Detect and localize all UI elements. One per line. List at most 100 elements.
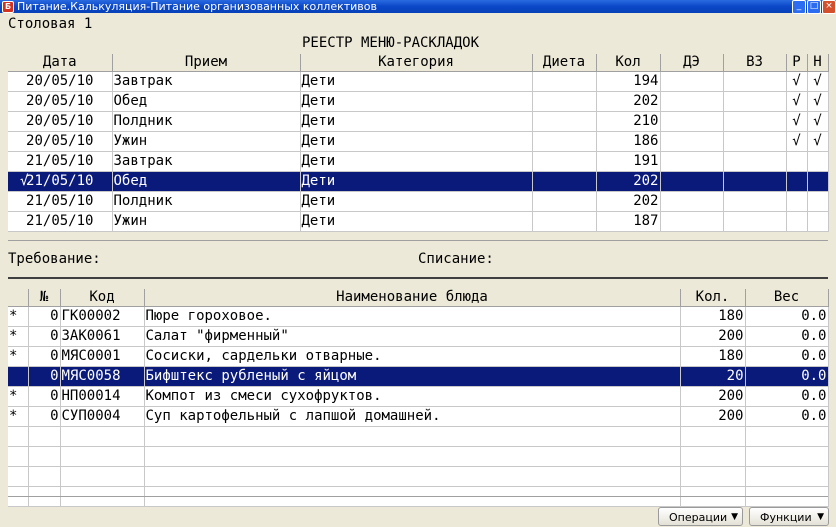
num-cell[interactable]: 0: [28, 346, 61, 367]
col-star-header[interactable]: [8, 289, 29, 307]
r-check-cell[interactable]: [786, 211, 808, 232]
menu-row[interactable]: 21/05/10 Полдник Дети 202: [8, 191, 829, 212]
de-cell[interactable]: [660, 71, 724, 92]
code-cell[interactable]: НП00014: [60, 386, 145, 407]
col-dish-qty-header[interactable]: Кол.: [680, 289, 746, 307]
dish-row[interactable]: * 0 СУП0004 Суп картофельный с лапшой домаш…: [8, 406, 829, 427]
date-cell[interactable]: 21/05/10: [8, 191, 113, 212]
menu-row[interactable]: 20/05/10 Ужин Дети 186 √ √: [8, 131, 829, 152]
date-cell[interactable]: 20/05/10: [8, 111, 113, 132]
meal-cell[interactable]: Ужин: [112, 131, 301, 152]
dish-qty-cell[interactable]: 200: [680, 326, 746, 347]
weight-cell[interactable]: 0.0: [745, 306, 829, 327]
num-cell[interactable]: [28, 466, 61, 487]
num-cell[interactable]: 0: [28, 366, 61, 387]
qty-cell[interactable]: 202: [596, 171, 661, 192]
col-category-header[interactable]: Категория: [300, 54, 533, 72]
r-check-cell[interactable]: √: [786, 131, 808, 152]
col-vz-header[interactable]: ВЗ: [723, 54, 787, 72]
dish-name-cell[interactable]: Пюре гороховое.: [144, 306, 681, 327]
diet-cell[interactable]: [532, 211, 597, 232]
meal-cell[interactable]: Полдник: [112, 111, 301, 132]
n-check-cell[interactable]: [807, 171, 829, 192]
n-check-cell[interactable]: [807, 211, 829, 232]
num-cell[interactable]: 0: [28, 386, 61, 407]
num-cell[interactable]: 0: [28, 326, 61, 347]
dish-qty-cell[interactable]: 200: [680, 406, 746, 427]
col-dish-name-header[interactable]: Наименование блюда: [144, 289, 681, 307]
meal-cell[interactable]: Полдник: [112, 191, 301, 212]
date-cell[interactable]: 21/05/10: [8, 211, 113, 232]
category-cell[interactable]: Дети: [300, 91, 533, 112]
diet-cell[interactable]: [532, 91, 597, 112]
vz-cell[interactable]: [723, 91, 787, 112]
minimize-button[interactable]: _: [792, 0, 806, 14]
weight-cell[interactable]: [745, 446, 829, 467]
weight-cell[interactable]: [745, 426, 829, 447]
code-cell[interactable]: СУП0004: [60, 406, 145, 427]
code-cell[interactable]: ЗАК0061: [60, 326, 145, 347]
qty-cell[interactable]: 191: [596, 151, 661, 172]
dish-row[interactable]: [8, 466, 829, 487]
menu-row[interactable]: √ 21/05/10 Обед Дети 202: [8, 171, 829, 192]
vz-cell[interactable]: [723, 131, 787, 152]
category-cell[interactable]: Дети: [300, 111, 533, 132]
close-button[interactable]: ×: [822, 0, 836, 14]
functions-button[interactable]: Функции ▼: [749, 507, 829, 526]
vz-cell[interactable]: [723, 211, 787, 232]
vz-cell[interactable]: [723, 71, 787, 92]
dish-row[interactable]: * 0 НП00014 Компот из смеси сухофруктов. 200…: [8, 386, 829, 407]
de-cell[interactable]: [660, 111, 724, 132]
code-cell[interactable]: МЯС0001: [60, 346, 145, 367]
dish-row[interactable]: * 0 ГК00002 Пюре гороховое. 180 0.0: [8, 306, 829, 327]
num-cell[interactable]: [28, 446, 61, 467]
n-check-cell[interactable]: [807, 191, 829, 212]
menu-row[interactable]: 21/05/10 Завтрак Дети 191: [8, 151, 829, 172]
n-check-cell[interactable]: [807, 151, 829, 172]
de-cell[interactable]: [660, 91, 724, 112]
qty-cell[interactable]: 186: [596, 131, 661, 152]
dish-row[interactable]: 0 МЯС0058 Бифштекс рубленый с яйцом 20 0.0: [8, 366, 829, 387]
r-check-cell[interactable]: [786, 171, 808, 192]
col-qty-header[interactable]: Кол: [596, 54, 661, 72]
dish-name-cell[interactable]: [144, 446, 681, 467]
meal-cell[interactable]: Обед: [112, 171, 301, 192]
diet-cell[interactable]: [532, 71, 597, 92]
n-check-cell[interactable]: √: [807, 131, 829, 152]
col-n-header[interactable]: Н: [807, 54, 829, 72]
qty-cell[interactable]: 210: [596, 111, 661, 132]
dish-name-cell[interactable]: Сосиски, сардельки отварные.: [144, 346, 681, 367]
dish-name-cell[interactable]: Бифштекс рубленый с яйцом: [144, 366, 681, 387]
category-cell[interactable]: Дети: [300, 191, 533, 212]
dish-name-cell[interactable]: Суп картофельный с лапшой домашней.: [144, 406, 681, 427]
col-diet-header[interactable]: Диета: [532, 54, 597, 72]
r-check-cell[interactable]: √: [786, 91, 808, 112]
dish-row[interactable]: [8, 446, 829, 467]
code-cell[interactable]: [60, 466, 145, 487]
de-cell[interactable]: [660, 191, 724, 212]
dish-row[interactable]: * 0 ЗАК0061 Салат "фирменный" 200 0.0: [8, 326, 829, 347]
col-weight-header[interactable]: Вес: [745, 289, 829, 307]
num-cell[interactable]: 0: [28, 306, 61, 327]
maximize-button[interactable]: □: [807, 0, 821, 14]
vz-cell[interactable]: [723, 191, 787, 212]
vz-cell[interactable]: [723, 111, 787, 132]
diet-cell[interactable]: [532, 171, 597, 192]
col-meal-header[interactable]: Прием: [112, 54, 301, 72]
r-check-cell[interactable]: [786, 191, 808, 212]
dish-qty-cell[interactable]: [680, 446, 746, 467]
col-r-header[interactable]: Р: [786, 54, 808, 72]
de-cell[interactable]: [660, 211, 724, 232]
menu-row[interactable]: 20/05/10 Обед Дети 202 √ √: [8, 91, 829, 112]
dish-name-cell[interactable]: [144, 466, 681, 487]
dish-qty-cell[interactable]: 180: [680, 306, 746, 327]
num-cell[interactable]: 0: [28, 406, 61, 427]
diet-cell[interactable]: [532, 191, 597, 212]
weight-cell[interactable]: 0.0: [745, 406, 829, 427]
r-check-cell[interactable]: √: [786, 111, 808, 132]
date-cell[interactable]: √ 21/05/10: [8, 171, 113, 192]
de-cell[interactable]: [660, 151, 724, 172]
date-cell[interactable]: 20/05/10: [8, 71, 113, 92]
category-cell[interactable]: Дети: [300, 171, 533, 192]
code-cell[interactable]: [60, 426, 145, 447]
